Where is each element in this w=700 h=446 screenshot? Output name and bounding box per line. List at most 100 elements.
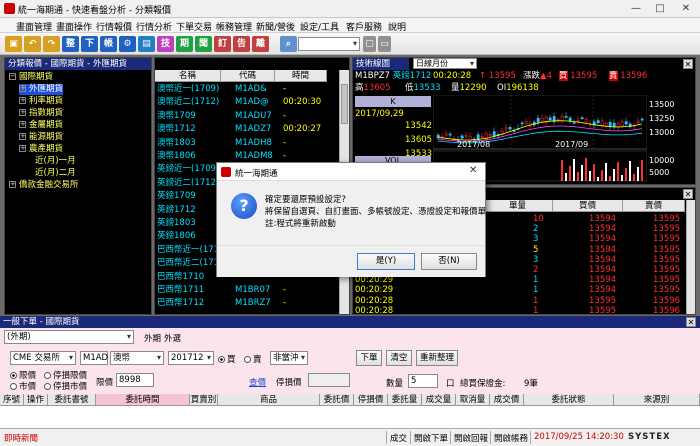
column-header[interactable]: 時間 <box>275 70 327 82</box>
price-input[interactable]: 8998 <box>116 373 154 387</box>
order-column-header[interactable]: 取消量 <box>456 394 490 406</box>
menu-item[interactable]: 行情分析 <box>136 19 172 33</box>
menu-item[interactable]: 畫面管理 <box>16 19 52 33</box>
close-button[interactable]: ✕ <box>674 1 698 16</box>
account-select[interactable]: (外期) <box>4 330 134 344</box>
expand-icon[interactable]: + <box>19 133 26 140</box>
dialog-close-icon[interactable]: ✕ <box>469 165 477 176</box>
order-column-header[interactable]: 來源別 <box>614 394 700 406</box>
maximize-button[interactable]: □ <box>648 1 672 16</box>
column-header[interactable]: 名稱 <box>155 70 221 82</box>
buy-radio[interactable]: 買 <box>218 353 236 365</box>
collapse-icon[interactable]: − <box>9 73 16 80</box>
menu-item[interactable]: 說明 <box>388 19 406 33</box>
refresh-button[interactable]: 重新整理 <box>416 350 458 366</box>
tab-foreign-options[interactable]: 外選 <box>164 332 181 344</box>
close-icon[interactable]: ✕ <box>683 189 693 199</box>
table-row[interactable]: 巴西幣1711 M1BR07 - <box>157 284 337 297</box>
order-column-header[interactable]: 委託量 <box>388 394 422 406</box>
minimize-button[interactable]: — <box>624 1 648 16</box>
lock-icon[interactable]: ▢ <box>363 36 376 52</box>
table-row[interactable]: 00:20:29 1 13594 13595 <box>353 285 685 295</box>
tree-item[interactable]: 近(月)一月 <box>35 156 76 167</box>
toolbar-button-exit[interactable]: 離 <box>252 36 269 52</box>
toolbar-button-order[interactable]: 下 <box>81 36 98 52</box>
tree-item[interactable]: + 利率期貨 <box>19 96 63 107</box>
menu-item[interactable]: 畫面操作 <box>56 19 92 33</box>
order-column-header[interactable]: 成交價 <box>490 394 524 406</box>
chart-icon[interactable]: ▤ <box>138 36 155 52</box>
gear-icon[interactable]: ⚙ <box>119 36 136 52</box>
news-ticker[interactable]: 即時新聞 <box>4 432 38 444</box>
table-row[interactable]: 澳幣1803 M1ADH8- <box>157 137 337 150</box>
tick-scrollbar[interactable] <box>686 200 695 314</box>
table-row[interactable]: 澳幣近二(1712) M1AD@ 00:20:30 <box>157 96 337 109</box>
expand-icon[interactable]: + <box>19 97 26 104</box>
symbol-input[interactable]: M1AD <box>80 351 108 365</box>
tree-item[interactable]: − 國際期貨 <box>9 72 53 83</box>
undo-icon[interactable]: ↶ <box>24 36 41 52</box>
stop-market-radio[interactable]: 停損市價 <box>44 380 87 392</box>
toolbar-search-input[interactable] <box>298 37 360 51</box>
market-radio[interactable]: 市價 <box>10 380 36 392</box>
column-header[interactable]: 代碼 <box>221 70 275 82</box>
clear-button[interactable]: 清空 <box>386 350 412 366</box>
toolbar-button-subscribe[interactable]: 訂 <box>214 36 231 52</box>
order-table-body[interactable] <box>0 406 700 428</box>
close-icon[interactable]: ✕ <box>683 59 693 69</box>
table-row[interactable]: 00:20:28 1 13595 13596 <box>353 296 685 306</box>
menu-item[interactable]: 新聞/營後 <box>256 19 295 33</box>
query-price-link[interactable]: 查價 <box>249 376 266 388</box>
status-filled[interactable]: 成交 <box>390 432 407 444</box>
column-header[interactable]: 賣價 <box>623 200 685 212</box>
stop-price-input[interactable] <box>308 373 350 387</box>
order-column-header[interactable]: 序號 <box>0 394 24 406</box>
toolbar-button-zheng[interactable]: 整 <box>62 36 79 52</box>
table-row[interactable]: 巴西幣1712 M1BRZ7 - <box>157 297 337 310</box>
order-column-header[interactable]: 委託價 <box>320 394 354 406</box>
qty-input[interactable]: 5 <box>408 374 438 388</box>
status-open-report[interactable]: 開啟回報 <box>454 432 488 444</box>
table-row[interactable]: 00:20:28 1 13595 13596 <box>353 306 685 316</box>
tab-foreign-futures[interactable]: 外期 <box>144 332 161 344</box>
tree-item[interactable]: + 金屬期貨 <box>19 120 63 131</box>
tree-item-selected[interactable]: + 外匯期貨 <box>19 84 64 95</box>
toolbar-button-tech[interactable]: 技 <box>157 36 174 52</box>
close-icon[interactable]: ✕ <box>686 317 696 327</box>
table-row[interactable]: 澳幣1712 M1ADZ7 00:20:27 <box>157 123 337 136</box>
expand-icon[interactable]: + <box>19 109 26 116</box>
tree-item[interactable]: 近(月)二月 <box>35 168 76 179</box>
order-column-header[interactable]: 停損價 <box>354 394 388 406</box>
exchange-select[interactable]: CME 交易所 <box>10 351 76 365</box>
status-open-account[interactable]: 開啟帳務 <box>494 432 528 444</box>
menu-item[interactable]: 設定/工具 <box>300 19 339 33</box>
sell-radio[interactable]: 賣 <box>244 353 262 365</box>
menu-item[interactable]: 下單交易 <box>176 19 212 33</box>
order-column-header[interactable]: 成交量 <box>422 394 456 406</box>
column-header[interactable]: 買價 <box>553 200 623 212</box>
tree-item[interactable]: + 農產期貨 <box>19 144 63 155</box>
toolbar-button-notice[interactable]: 告 <box>233 36 250 52</box>
column-header[interactable]: 單量 <box>483 200 553 212</box>
expand-icon[interactable]: + <box>19 145 26 152</box>
expand-icon[interactable]: + <box>9 181 16 188</box>
search-icon[interactable]: ⌕ <box>280 36 297 52</box>
order-column-header[interactable]: 委託書號 <box>48 394 96 406</box>
k-tab[interactable]: K <box>355 96 431 107</box>
toolbar-button-news[interactable]: 聞 <box>195 36 212 52</box>
menu-item[interactable]: 客戶服務 <box>346 19 382 33</box>
open-folder-icon[interactable]: ▣ <box>5 36 22 52</box>
order-column-header[interactable]: 委託狀態 <box>524 394 614 406</box>
yes-button[interactable]: 是(Y) <box>357 253 415 270</box>
no-button[interactable]: 否(N) <box>421 253 477 270</box>
order-column-header[interactable]: 買賣別 <box>190 394 218 406</box>
menu-item[interactable]: 行情報價 <box>96 19 132 33</box>
order-column-header[interactable]: 操作 <box>24 394 48 406</box>
status-open-order[interactable]: 開啟下單 <box>414 432 448 444</box>
order-column-header[interactable]: 委託時間 <box>96 394 190 406</box>
menu-item[interactable]: 帳務管理 <box>216 19 252 33</box>
table-row[interactable]: 澳幣1709 M1ADU7- <box>157 110 337 123</box>
month-select[interactable]: 201712 <box>168 351 214 365</box>
submit-order-button[interactable]: 下單 <box>356 350 382 366</box>
toolbar-button-account[interactable]: 帳 <box>100 36 117 52</box>
